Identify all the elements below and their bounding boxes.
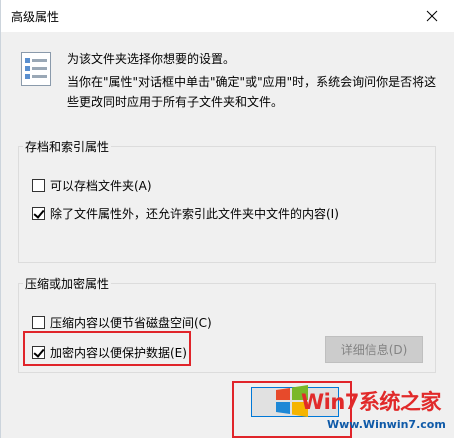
encrypt-checkbox[interactable] [32,346,45,359]
dialog-title: 高级属性 [11,10,60,24]
details-button: 详细信息(D) [325,336,423,363]
close-icon [426,10,438,22]
compress-checkbox-label: 压缩内容以便节省磁盘空间(C) [50,316,212,330]
index-checkbox[interactable] [32,207,45,220]
description-line-2: 当你在"属性"对话框中单击"确定"或"应用"时，系统会询问你是否将这些更改同时应… [67,75,437,109]
archive-checkbox-label: 可以存档文件夹(A) [50,179,152,193]
description-line-1: 为该文件夹选择你想要的设置。 [67,52,236,66]
compress-group-title: 压缩或加密属性 [23,275,112,292]
watermark-url: Www.Winwin7.com [327,418,446,431]
archive-checkbox[interactable] [32,179,45,192]
archive-group-title: 存档和索引属性 [23,138,112,155]
advanced-attributes-dialog: 高级属性 为该文件夹选择你想要的设置。 当你在"属性"对话框中单击"确定"或"应… [0,0,454,438]
dialog-body: 为该文件夹选择你想要的设置。 当你在"属性"对话框中单击"确定"或"应用"时，系… [1,32,454,438]
compress-checkbox[interactable] [32,316,45,329]
archive-index-group: 存档和索引属性 可以存档文件夹(A) 除了文件属性外，还允许索引此文件夹中文件的… [18,138,436,263]
encrypt-checkbox-row[interactable]: 加密内容以便保护数据(E) [32,344,187,361]
encrypt-checkbox-label: 加密内容以便保护数据(E) [50,346,187,360]
archive-checkbox-row[interactable]: 可以存档文件夹(A) [32,177,152,194]
compress-checkbox-row[interactable]: 压缩内容以便节省磁盘空间(C) [32,314,212,331]
index-checkbox-label: 除了文件属性外，还允许索引此文件夹中文件的内容(I) [50,207,339,221]
close-button[interactable] [409,0,454,32]
title-bar[interactable]: 高级属性 [1,0,454,32]
ok-button[interactable] [251,387,339,417]
index-checkbox-row[interactable]: 除了文件属性外，还允许索引此文件夹中文件的内容(I) [32,205,339,222]
checklist-icon [21,52,51,86]
